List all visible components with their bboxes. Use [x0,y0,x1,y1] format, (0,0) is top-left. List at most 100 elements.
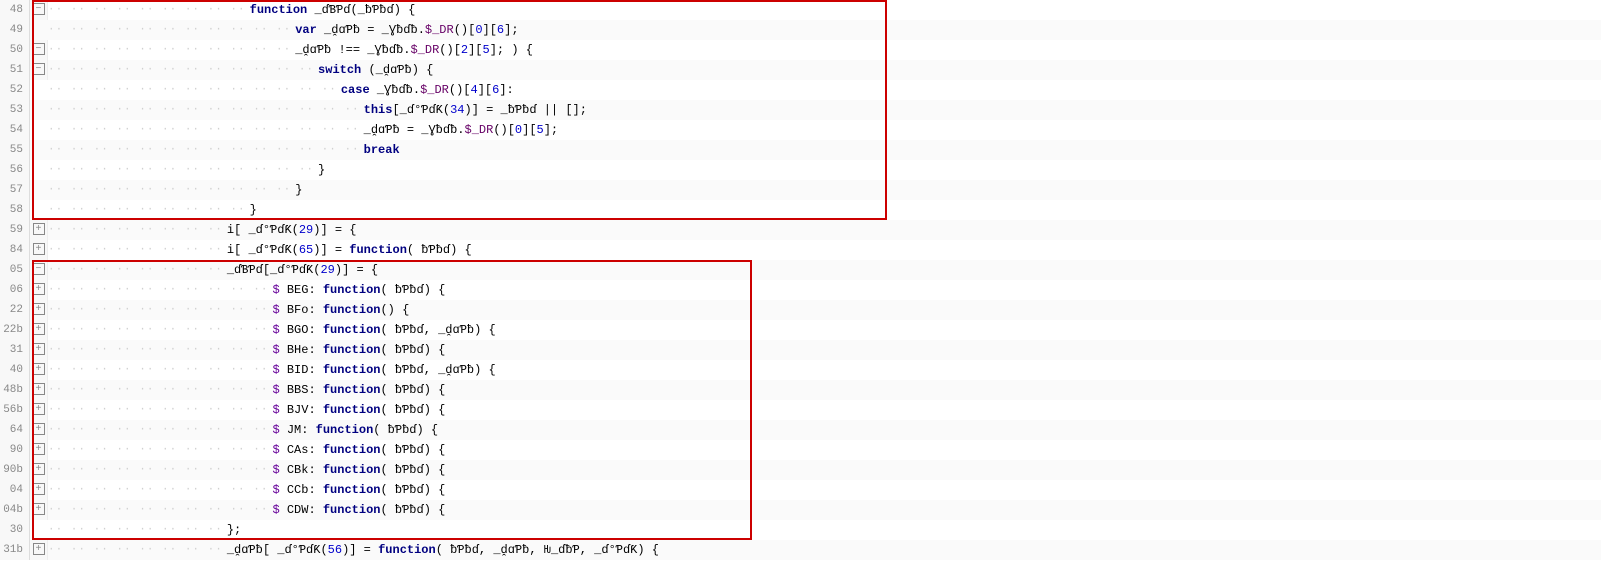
code-line: 55 ·· ·· ·· ·· ·· ·· ·· ·· ·· ·· ·· ·· ·… [0,140,1601,160]
code-line: 57 ·· ·· ·· ·· ·· ·· ·· ·· ·· ·· ·· } [0,180,1601,200]
indent-dots: ·· ·· ·· ·· ·· ·· ·· ·· ·· ·· [48,300,268,320]
code-line: 90+·· ·· ·· ·· ·· ·· ·· ·· ·· ·· $ CAs: … [0,440,1601,460]
line-number: 90 [0,440,30,460]
line-content: $ BBS: function( ƀƤƀɗ) { [268,380,1601,400]
line-content: break [360,140,1601,160]
fold-toggle[interactable]: + [30,320,48,340]
line-content: var _ḓɑƤƀ = _Ɣƀɗƀ.$_DR()[0][6]; [291,20,1601,40]
code-line: 59+·· ·· ·· ·· ·· ·· ·· ·· i[ _ɗ°ƤɗƘ(29)… [0,220,1601,240]
line-content: }; [223,520,1601,540]
fold-toggle[interactable]: + [30,460,48,480]
fold-toggle[interactable]: + [30,240,48,260]
code-line: 31b+·· ·· ·· ·· ·· ·· ·· ·· _ḓɑƤƀ[ _ɗ°Ƥɗ… [0,540,1601,560]
fold-toggle[interactable]: − [30,260,48,280]
code-lines-container: 48−·· ·· ·· ·· ·· ·· ·· ·· ·· function _… [0,0,1601,560]
indent-dots: ·· ·· ·· ·· ·· ·· ·· ·· ·· ·· ·· [48,180,291,200]
code-line: 48b+·· ·· ·· ·· ·· ·· ·· ·· ·· ·· $ BBS:… [0,380,1601,400]
line-number: 30 [0,520,30,540]
line-number: 51 [0,60,30,80]
code-line: 56 ·· ·· ·· ·· ·· ·· ·· ·· ·· ·· ·· ·· } [0,160,1601,180]
fold-toggle[interactable]: + [30,480,48,500]
line-number: 22b [0,320,30,340]
indent-dots: ·· ·· ·· ·· ·· ·· ·· ·· ·· ·· [48,480,268,500]
fold-toggle[interactable]: + [30,400,48,420]
line-number: 55 [0,140,30,160]
code-line: 22+·· ·· ·· ·· ·· ·· ·· ·· ·· ·· $ BFo: … [0,300,1601,320]
line-number: 22 [0,300,30,320]
code-line: 56b+·· ·· ·· ·· ·· ·· ·· ·· ·· ·· $ BJV:… [0,400,1601,420]
fold-toggle[interactable]: + [30,540,48,560]
line-content: this[_ɗ°ƤɗƘ(34)] = _ƀƤƀɗ || []; [360,100,1601,120]
indent-dots: ·· ·· ·· ·· ·· ·· ·· ·· ·· ·· [48,280,268,300]
indent-dots: ·· ·· ·· ·· ·· ·· ·· ·· ·· ·· ·· ·· ·· ·… [48,100,360,120]
line-number: 57 [0,180,30,200]
line-content: $ BFo: function() { [268,300,1601,320]
indent-dots: ·· ·· ·· ·· ·· ·· ·· ·· ·· [48,0,246,20]
line-content: $ CCb: function( ƀƤƀɗ) { [268,480,1601,500]
line-number: 31b [0,540,30,560]
line-number: 49 [0,20,30,40]
indent-dots: ·· ·· ·· ·· ·· ·· ·· ·· ·· [48,200,246,220]
line-content: $ CDW: function( ƀƤƀɗ) { [268,500,1601,520]
line-number: 50 [0,40,30,60]
code-line: 40+·· ·· ·· ·· ·· ·· ·· ·· ·· ·· $ BID: … [0,360,1601,380]
line-number: 04 [0,480,30,500]
line-number: 84 [0,240,30,260]
line-content: $ BHe: function( ƀƤƀɗ) { [268,340,1601,360]
code-line: 50−·· ·· ·· ·· ·· ·· ·· ·· ·· ·· ·· _ḓɑƤ… [0,40,1601,60]
indent-dots: ·· ·· ·· ·· ·· ·· ·· ·· ·· ·· ·· [48,40,291,60]
line-content: i[ _ɗ°ƤɗƘ(65)] = function( ƀƤƀɗ) { [223,240,1601,260]
fold-toggle[interactable]: + [30,380,48,400]
code-line: 53 ·· ·· ·· ·· ·· ·· ·· ·· ·· ·· ·· ·· ·… [0,100,1601,120]
fold-toggle[interactable]: + [30,440,48,460]
fold-toggle[interactable]: + [30,300,48,320]
code-line: 51−·· ·· ·· ·· ·· ·· ·· ·· ·· ·· ·· ·· s… [0,60,1601,80]
code-line: 58 ·· ·· ·· ·· ·· ·· ·· ·· ·· } [0,200,1601,220]
fold-toggle[interactable]: + [30,420,48,440]
line-number: 05 [0,260,30,280]
indent-dots: ·· ·· ·· ·· ·· ·· ·· ·· ·· ·· ·· ·· [48,160,314,180]
line-content: } [291,180,1601,200]
line-number: 64 [0,420,30,440]
fold-toggle[interactable]: + [30,360,48,380]
line-content: } [246,200,1601,220]
line-number: 52 [0,80,30,100]
line-number: 06 [0,280,30,300]
line-number: 04b [0,500,30,520]
line-content: switch (_ḓɑƤƀ) { [314,60,1601,80]
code-line: 48−·· ·· ·· ·· ·· ·· ·· ·· ·· function _… [0,0,1601,20]
indent-dots: ·· ·· ·· ·· ·· ·· ·· ·· ·· ·· ·· ·· ·· [48,80,337,100]
code-line: 05−·· ·· ·· ·· ·· ·· ·· ·· _ɗƁƤɗ[_ɗ°ƤɗƘ(… [0,260,1601,280]
code-line: 52 ·· ·· ·· ·· ·· ·· ·· ·· ·· ·· ·· ·· ·… [0,80,1601,100]
indent-dots: ·· ·· ·· ·· ·· ·· ·· ·· ·· ·· [48,460,268,480]
indent-dots: ·· ·· ·· ·· ·· ·· ·· ·· [48,240,223,260]
line-content: case _Ɣƀɗƀ.$_DR()[4][6]: [337,80,1601,100]
indent-dots: ·· ·· ·· ·· ·· ·· ·· ·· ·· ·· [48,420,268,440]
fold-toggle[interactable]: + [30,220,48,240]
fold-toggle[interactable]: − [30,60,48,80]
indent-dots: ·· ·· ·· ·· ·· ·· ·· ·· ·· ·· [48,380,268,400]
fold-toggle[interactable]: + [30,500,48,520]
line-number: 48b [0,380,30,400]
line-content: $ CAs: function( ƀƤƀɗ) { [268,440,1601,460]
line-number: 56 [0,160,30,180]
line-content: function _ɗƁƤɗ(_ƀƤƀɗ) { [246,0,1601,20]
line-content: $ JM: function( ƀƤƀɗ) { [268,420,1601,440]
code-line: 06+·· ·· ·· ·· ·· ·· ·· ·· ·· ·· $ BEG: … [0,280,1601,300]
line-content: _ɗƁƤɗ[_ɗ°ƤɗƘ(29)] = { [223,260,1601,280]
line-number: 90b [0,460,30,480]
fold-toggle[interactable]: − [30,40,48,60]
indent-dots: ·· ·· ·· ·· ·· ·· ·· ·· ·· ·· [48,340,268,360]
code-line: 04+·· ·· ·· ·· ·· ·· ·· ·· ·· ·· $ CCb: … [0,480,1601,500]
code-line: 49 ·· ·· ·· ·· ·· ·· ·· ·· ·· ·· ·· var … [0,20,1601,40]
fold-toggle[interactable]: + [30,340,48,360]
code-line: 64+·· ·· ·· ·· ·· ·· ·· ·· ·· ·· $ JM: f… [0,420,1601,440]
fold-toggle[interactable]: − [30,0,48,20]
indent-dots: ·· ·· ·· ·· ·· ·· ·· ·· ·· ·· [48,320,268,340]
indent-dots: ·· ·· ·· ·· ·· ·· ·· ·· ·· ·· ·· ·· [48,60,314,80]
line-content: _ḓɑƤƀ !== _Ɣƀɗƀ.$_DR()[2][5]; ) { [291,40,1601,60]
indent-dots: ·· ·· ·· ·· ·· ·· ·· ·· [48,520,223,540]
fold-toggle[interactable]: + [30,280,48,300]
line-number: 31 [0,340,30,360]
indent-dots: ·· ·· ·· ·· ·· ·· ·· ·· ·· ·· [48,440,268,460]
